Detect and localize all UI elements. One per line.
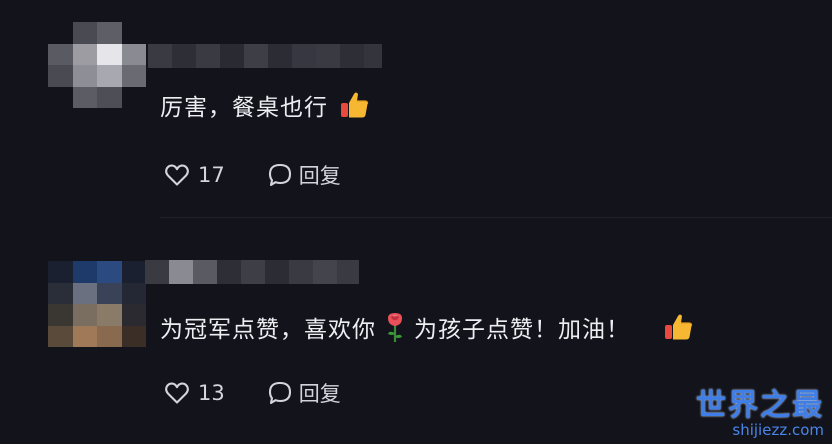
avatar[interactable]	[48, 261, 146, 347]
avatar[interactable]	[48, 22, 146, 108]
watermark-title: 世界之最	[696, 388, 824, 423]
comment-text: 为冠军点赞，喜欢你 为孩子点赞！加油！	[160, 310, 694, 344]
comment-text-content: 厉害，餐桌也行	[160, 95, 328, 121]
site-watermark: 世界之最 shijiezz.com	[696, 388, 824, 439]
thumbs-up-icon	[662, 311, 694, 343]
comment-actions: 13 回复	[164, 378, 341, 408]
comment-text-part1: 为冠军点赞，喜欢你	[160, 317, 376, 343]
like-count: 13	[198, 381, 225, 405]
reply-label: 回复	[298, 164, 341, 188]
heart-icon	[165, 382, 189, 404]
comment-text: 厉害，餐桌也行	[160, 88, 370, 122]
watermark-url: shijiezz.com	[732, 421, 824, 439]
speech-bubble-icon	[268, 381, 291, 405]
thumbs-up-icon	[338, 89, 370, 121]
username-blurred[interactable]	[148, 44, 382, 68]
comment-item-1: 厉害，餐桌也行 17 回复	[0, 0, 832, 218]
reply-button[interactable]: 回复	[267, 378, 341, 408]
rose-icon	[384, 311, 406, 343]
comment-actions: 17 回复	[164, 160, 341, 190]
speech-bubble-icon	[268, 163, 291, 187]
heart-icon	[165, 164, 189, 186]
like-button[interactable]: 13	[164, 381, 225, 405]
like-button[interactable]: 17	[164, 163, 225, 187]
reply-button[interactable]: 回复	[267, 160, 341, 190]
comment-text-part2: 为孩子点赞！加油！	[414, 317, 630, 343]
reply-label: 回复	[298, 382, 341, 406]
like-count: 17	[198, 163, 225, 187]
username-blurred[interactable]	[145, 260, 359, 284]
